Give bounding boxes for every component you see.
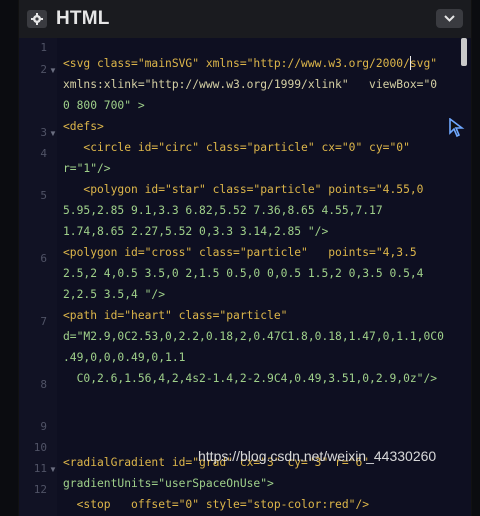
settings-button[interactable]: [27, 10, 47, 28]
code-line: .49,0,0,0.49,0,1.1: [63, 351, 186, 364]
line-number: 2: [40, 63, 47, 76]
code-line: 1.74,8.65 2.27,5.52 0,3.3 3.14,2.85 "/>: [63, 225, 329, 238]
code-line: <path id="heart" class="particle": [63, 309, 288, 322]
code-line: <svg class="mainSVG" xmlns="http://www.w…: [63, 57, 438, 70]
line-number: 5: [40, 189, 47, 202]
code-line: 2,2.5 3.5,4 "/>: [63, 288, 166, 301]
panel-title: HTML: [56, 8, 110, 29]
line-number: 9: [40, 420, 47, 433]
vertical-scrollbar[interactable]: [461, 38, 467, 66]
fold-arrow-icon[interactable]: ▼: [49, 465, 57, 474]
line-number: 11: [33, 462, 47, 475]
line-number: 8: [40, 378, 47, 391]
code-line: d="M2.9,0C2.53,0,2.2,0.18,2,0.47C1.8,0.1…: [63, 330, 444, 343]
code-line: xmlns:xlink="http://www.w3.org/1999/xlin…: [63, 78, 438, 91]
line-number: 7: [40, 315, 47, 328]
line-number: 1: [40, 41, 47, 54]
gear-icon: [31, 13, 43, 25]
code-line: 0 800 700" >: [63, 99, 145, 112]
html-editor-panel: HTML 1 2 3 4 5 6 7 8 9 10 11 12 ▼ ▼ ▼ <s…: [18, 0, 472, 516]
watermark: https://blog.csdn.net/weixin_44330260: [198, 448, 437, 464]
code-line: gradientUnits="userSpaceOnUse">: [63, 477, 274, 490]
line-number: 12: [33, 483, 47, 496]
line-number-gutter: 1 2 3 4 5 6 7 8 9 10 11 12 ▼ ▼ ▼: [19, 38, 57, 516]
code-editor[interactable]: 1 2 3 4 5 6 7 8 9 10 11 12 ▼ ▼ ▼ <svg cl…: [19, 38, 471, 516]
code-line: <polygon id="cross" class="particle" poi…: [63, 246, 417, 259]
line-number: 4: [40, 147, 47, 160]
code-line: <circle id="circ" class="particle" cx="0…: [63, 141, 410, 154]
code-line: <polygon id="star" class="particle" poin…: [63, 183, 424, 196]
code-line: 5.95,2.85 9.1,3.3 6.82,5.52 7.36,8.65 4.…: [63, 204, 383, 217]
text-cursor: [410, 56, 411, 70]
code-line: 2.5,2 4,0.5 3.5,0 2,1.5 0.5,0 0,0.5 1.5,…: [63, 267, 424, 280]
code-line: <stop offset="0" style="stop-color:red"/…: [63, 498, 370, 511]
fold-arrow-icon[interactable]: ▼: [49, 129, 57, 138]
code-line: r="1"/>: [63, 162, 111, 175]
panel-header: HTML: [19, 0, 471, 39]
chevron-down-icon: [444, 15, 455, 22]
mouse-cursor-icon: [449, 118, 465, 138]
line-number: 10: [33, 441, 47, 454]
collapse-button[interactable]: [436, 9, 463, 28]
line-number: 6: [40, 252, 47, 265]
code-line: <defs>: [63, 120, 104, 133]
line-number: 3: [40, 126, 47, 139]
code-line: C0,2.6,1.56,4,2,4s2-1.4,2-2.9C4,0.49,3.5…: [63, 372, 438, 385]
fold-arrow-icon[interactable]: ▼: [49, 66, 57, 75]
